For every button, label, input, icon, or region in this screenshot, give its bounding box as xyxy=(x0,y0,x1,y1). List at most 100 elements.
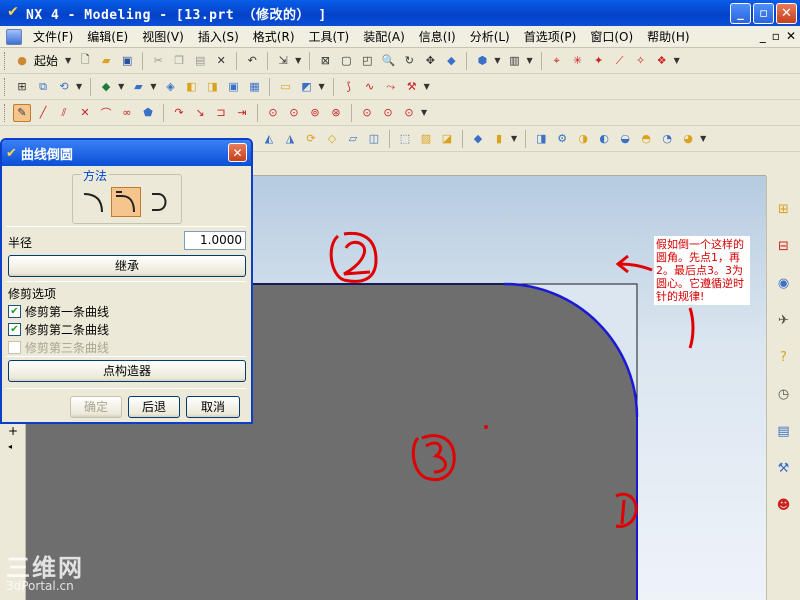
trim-first-checkbox[interactable]: ✔ 修剪第一条曲线 xyxy=(8,303,109,320)
assembly-navigator-icon[interactable]: ⊞ xyxy=(773,198,795,220)
chevron-down-icon[interactable]: ▼ xyxy=(65,56,71,65)
pan-icon[interactable]: ✥ xyxy=(421,52,439,70)
details-icon[interactable]: ▤ xyxy=(773,420,795,442)
spline-icon[interactable]: ∿ xyxy=(361,78,379,96)
menu-preferences[interactable]: 首选项(P) xyxy=(517,27,584,47)
toolbar-grip[interactable] xyxy=(4,51,7,70)
snap-icon[interactable]: ⌖ xyxy=(548,52,566,70)
line-icon[interactable]: ╱ xyxy=(34,104,52,122)
history-icon[interactable]: ◷ xyxy=(773,383,795,405)
point-constructor-button[interactable]: 点构造器 xyxy=(8,360,246,382)
cancel-button[interactable]: 取消 xyxy=(186,396,240,418)
selection-icon[interactable]: ⇲ xyxy=(274,52,292,70)
zoom-icon[interactable]: 🔍 xyxy=(379,52,397,70)
revolve-icon[interactable]: ⟲ xyxy=(55,78,73,96)
curve-tools-icon[interactable]: ⚒ xyxy=(403,78,421,96)
thicken-icon[interactable]: ◫ xyxy=(365,130,383,148)
menu-assembly[interactable]: 装配(A) xyxy=(356,27,412,47)
chamfer-curve-icon[interactable]: ↘ xyxy=(191,104,209,122)
dialog-close-button[interactable]: ✕ xyxy=(228,143,247,162)
wave-icon[interactable]: ◔ xyxy=(658,130,676,148)
menu-analysis[interactable]: 分析(L) xyxy=(463,27,517,47)
arc-line-icon[interactable]: ⌒ xyxy=(97,104,115,122)
patch-icon[interactable]: ▨ xyxy=(417,130,435,148)
zoom-window-icon[interactable]: ▢ xyxy=(337,52,355,70)
doc-restore-button[interactable]: ▫ xyxy=(772,29,780,43)
open-folder-icon[interactable]: ▰ xyxy=(97,52,115,70)
extrude-icon[interactable]: ⧉ xyxy=(34,78,52,96)
zoom-region-icon[interactable]: ◰ xyxy=(358,52,376,70)
fit-view-icon[interactable]: ⊠ xyxy=(316,52,334,70)
subtract-icon[interactable]: ◧ xyxy=(182,78,200,96)
doc-minimize-button[interactable]: _ xyxy=(760,29,766,43)
circle-three-icon[interactable]: ⊛ xyxy=(327,104,345,122)
dialog-titlebar[interactable]: ✔ 曲线倒圆 ✕ xyxy=(2,140,251,166)
cut-icon[interactable]: ✂ xyxy=(149,52,167,70)
bounded-plane-icon[interactable]: ▱ xyxy=(344,130,362,148)
inherit-button[interactable]: 继承 xyxy=(8,255,246,277)
surface-icon[interactable]: ◭ xyxy=(260,130,278,148)
arc-three-icon[interactable]: ⊙ xyxy=(400,104,418,122)
circle-tangent-icon[interactable]: ⊚ xyxy=(306,104,324,122)
block-icon[interactable]: ▰ xyxy=(129,78,147,96)
doc-close-button[interactable]: ✕ xyxy=(786,29,796,43)
chevron-down-icon[interactable]: ▼ xyxy=(674,56,680,65)
new-file-icon[interactable]: 🗋 xyxy=(76,52,94,70)
trim-second-checkbox[interactable]: ✔ 修剪第二条曲线 xyxy=(8,321,109,338)
save-icon[interactable]: ▣ xyxy=(118,52,136,70)
palette-icon[interactable]: ◉ xyxy=(773,272,795,294)
extend-icon[interactable]: ⇥ xyxy=(233,104,251,122)
chevron-down-icon[interactable]: ▼ xyxy=(295,56,301,65)
chevron-left-icon[interactable]: ◂ xyxy=(8,442,12,451)
blend-icon[interactable]: ▦ xyxy=(245,78,263,96)
more-icon[interactable]: ◕ xyxy=(679,130,697,148)
offset-curve-icon[interactable]: ⤳ xyxy=(382,78,400,96)
start-icon[interactable]: ● xyxy=(13,52,31,70)
chevron-down-icon[interactable]: ▼ xyxy=(76,82,82,91)
menu-insert[interactable]: 插入(S) xyxy=(191,27,246,47)
feature-icon[interactable]: ◆ xyxy=(97,78,115,96)
delete-icon[interactable]: ✕ xyxy=(212,52,230,70)
through-curves-icon[interactable]: ◮ xyxy=(281,130,299,148)
menu-format[interactable]: 格式(R) xyxy=(246,27,302,47)
view-orient-icon[interactable]: ◆ xyxy=(442,52,460,70)
menu-window[interactable]: 窗口(O) xyxy=(583,27,640,47)
menu-information[interactable]: 信息(I) xyxy=(412,27,463,47)
help-icon[interactable]: ? xyxy=(773,346,795,368)
trim-icon[interactable]: ⊐ xyxy=(212,104,230,122)
back-button[interactable]: 后退 xyxy=(128,396,180,418)
toolbar-grip[interactable] xyxy=(4,103,7,122)
curve-icon[interactable]: ⟆ xyxy=(340,78,358,96)
chevron-down-icon[interactable]: ▼ xyxy=(424,82,430,91)
maximize-button[interactable]: ▫ xyxy=(753,3,774,24)
menu-view[interactable]: 视图(V) xyxy=(135,27,191,47)
arc-center-icon[interactable]: ⊙ xyxy=(358,104,376,122)
sew-icon[interactable]: ⬚ xyxy=(396,130,414,148)
menu-file[interactable]: 文件(F) xyxy=(26,27,80,47)
chevron-down-icon[interactable]: ▼ xyxy=(511,134,517,143)
measure-icon[interactable]: ⚙ xyxy=(553,130,571,148)
chevron-down-icon[interactable]: ▼ xyxy=(118,82,124,91)
circle-point-icon[interactable]: ⊙ xyxy=(285,104,303,122)
shell-icon[interactable]: ▣ xyxy=(224,78,242,96)
menu-tools[interactable]: 工具(T) xyxy=(302,27,357,47)
trim-sheet-icon[interactable]: ◪ xyxy=(438,130,456,148)
chevron-down-icon[interactable]: ▼ xyxy=(150,82,156,91)
rotate-icon[interactable]: ↻ xyxy=(400,52,418,70)
select-body-icon[interactable]: ✧ xyxy=(632,52,650,70)
draft-icon[interactable]: ◐ xyxy=(595,130,613,148)
chevron-down-icon[interactable]: ▼ xyxy=(494,56,500,65)
render-style-icon[interactable]: ⬢ xyxy=(473,52,491,70)
offset-surface-icon[interactable]: ◆ xyxy=(469,130,487,148)
layer-icon[interactable]: ◓ xyxy=(637,130,655,148)
swept-icon[interactable]: ⟳ xyxy=(302,130,320,148)
tools-icon[interactable]: ⚒ xyxy=(773,457,795,479)
paste-icon[interactable]: ▤ xyxy=(191,52,209,70)
start-menu-button[interactable]: 起始 xyxy=(34,52,58,69)
view-layout-icon[interactable]: ▥ xyxy=(505,52,523,70)
point-icon[interactable]: ✎ xyxy=(13,103,31,122)
chevron-down-icon[interactable]: ▼ xyxy=(700,134,706,143)
simple-fillet-button[interactable] xyxy=(79,187,109,217)
chevron-down-icon[interactable]: ▼ xyxy=(526,56,532,65)
select-edge-icon[interactable]: ⟋ xyxy=(611,52,629,70)
